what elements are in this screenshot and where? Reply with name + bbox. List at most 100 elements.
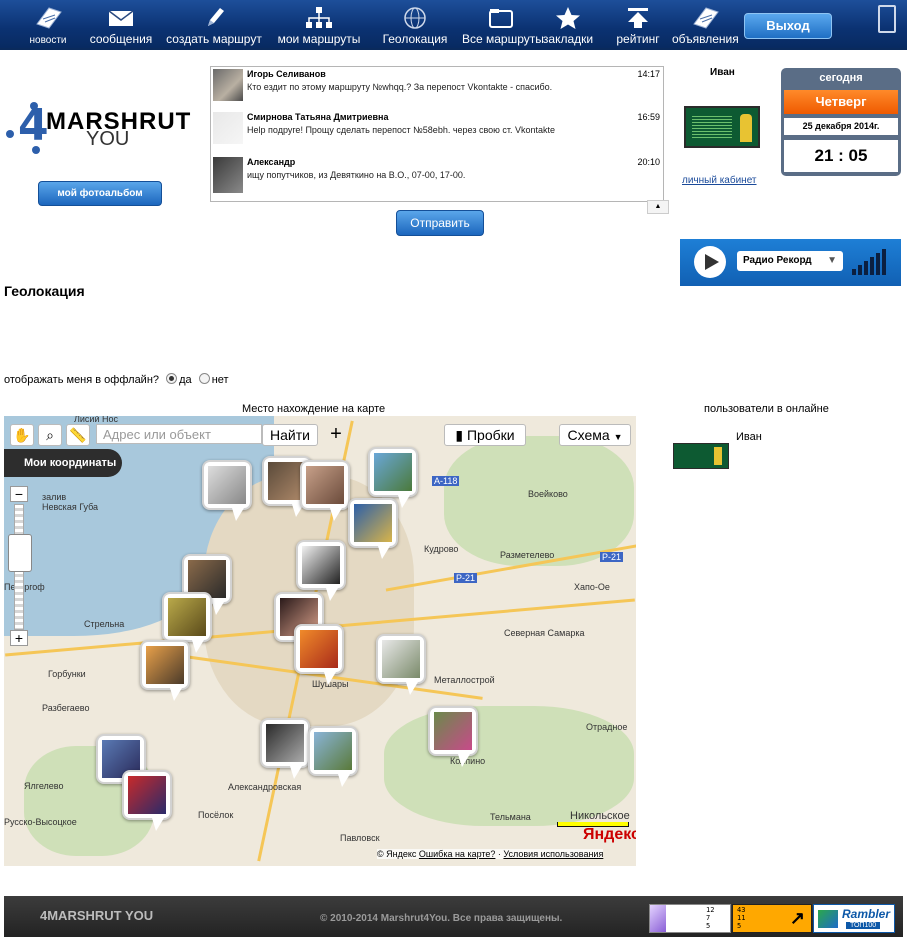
map-label: Посёлок <box>198 810 234 820</box>
user-photo-pin[interactable] <box>376 634 426 695</box>
user-photo-pin[interactable] <box>202 460 252 521</box>
nav-rating[interactable]: рейтинг <box>610 0 666 48</box>
map-error-link[interactable]: Ошибка на карте? <box>419 849 496 859</box>
offline-question: отображать меня в оффлайн? <box>4 374 160 386</box>
pencil-icon <box>199 6 229 30</box>
user-avatar[interactable] <box>684 106 760 148</box>
radio-player: Радио Рекорд ▼ <box>680 239 901 286</box>
logo-you: YOU <box>86 128 130 150</box>
map-search-input[interactable]: Адрес или объект <box>96 424 262 444</box>
map-label: Горбунки <box>48 669 86 679</box>
yandex-logo[interactable]: Яндекс <box>583 826 636 844</box>
upload-arrow-icon <box>623 6 653 30</box>
nav-bookmarks[interactable]: закладки <box>540 0 596 48</box>
map-label: Павловск <box>340 833 380 843</box>
cartoon-figure <box>714 447 722 465</box>
volume-bars-icon[interactable] <box>852 249 888 275</box>
map-type-label: Схема <box>567 427 610 443</box>
user-photo-pin[interactable] <box>260 718 310 779</box>
current-user-name: Иван <box>710 67 735 78</box>
map-caption: Место нахождение на карте <box>242 403 386 415</box>
map-label: Разбегаево <box>42 703 90 713</box>
crosshair-icon[interactable]: + <box>322 424 350 444</box>
station-name: Радио Рекорд <box>743 255 812 266</box>
ruler-tool-icon[interactable]: 📏 <box>66 424 90 446</box>
avatar[interactable] <box>213 69 243 101</box>
chat-author[interactable]: Смирнова Татьяна Дмитриевна <box>247 112 388 122</box>
zoom-out-button[interactable]: − <box>10 486 28 502</box>
mobile-phone-icon[interactable] <box>878 5 896 33</box>
station-select[interactable]: Радио Рекорд ▼ <box>737 251 843 271</box>
user-photo-pin[interactable] <box>300 460 350 521</box>
page-title: Геолокация <box>4 283 85 299</box>
map-terms-link[interactable]: Условия использования <box>503 849 603 859</box>
today-label: сегодня <box>819 72 863 84</box>
send-button[interactable]: Отправить <box>396 210 484 236</box>
user-photo-pin[interactable] <box>140 640 190 701</box>
zoom-in-button[interactable]: + <box>10 630 28 646</box>
radio-yes-label[interactable]: да <box>179 374 192 386</box>
exit-button[interactable]: Выход <box>744 13 832 39</box>
chevron-down-icon: ▼ <box>613 432 623 442</box>
hand-tool-icon[interactable]: ✋ <box>10 424 34 446</box>
chat-message: Смирнова Татьяна Дмитриевна Help подруге… <box>211 110 663 154</box>
magnifier-tool-icon[interactable]: ⌕ <box>38 424 62 446</box>
nav-messages[interactable]: сообщения <box>88 0 154 48</box>
nav-my-routes[interactable]: мои маршруты <box>274 0 364 48</box>
site-logo[interactable]: 4 MARSHRUT YOU <box>6 100 202 156</box>
user-photo-pin[interactable] <box>368 447 418 508</box>
user-photo-pin[interactable] <box>296 540 346 601</box>
radio-no-label[interactable]: нет <box>212 374 229 386</box>
map-label: Кудрово <box>424 544 459 554</box>
user-photo-pin[interactable] <box>428 706 478 767</box>
play-button[interactable] <box>694 246 726 278</box>
map-find-button[interactable]: Найти <box>262 424 318 446</box>
road-badge: Р-21 <box>600 552 624 562</box>
user-photo-pin[interactable] <box>348 498 398 559</box>
user-photo-pin[interactable] <box>294 624 344 685</box>
zoom-slider-handle[interactable] <box>8 534 32 572</box>
my-coordinates-button[interactable]: Мои координаты <box>4 449 122 477</box>
map-label: Разметелево <box>500 550 555 560</box>
online-caption: пользователи в онлайне <box>704 403 829 415</box>
visit-counter-liveinternet[interactable]: 12 7 5 <box>649 904 731 933</box>
nav-create-route[interactable]: создать маршрут <box>166 0 262 48</box>
nav-ads[interactable]: объявления <box>672 0 739 48</box>
chat-time: 16:59 <box>637 112 660 122</box>
avatar[interactable] <box>213 112 243 144</box>
yandex-map[interactable]: Лисий Нос залив Невская Губа Кудрово Раз… <box>4 416 636 866</box>
online-user-avatar[interactable] <box>673 443 729 469</box>
road-badge: А-118 <box>432 476 460 486</box>
user-photo-pin[interactable] <box>308 726 358 787</box>
rambler-top100-counter[interactable]: Rambler ТОП100 <box>813 904 895 933</box>
chat-scroll-up-button[interactable]: ▲ <box>647 200 669 214</box>
radio-yes[interactable] <box>166 373 178 384</box>
map-label: Невская Губа <box>42 502 99 512</box>
map-label: Хапо-Ое <box>574 582 610 592</box>
rambler-label: Rambler <box>842 907 891 921</box>
nav-geolocation[interactable]: Геолокация <box>380 0 450 48</box>
traffic-button[interactable]: ▮ Пробки <box>444 424 526 446</box>
user-photo-pin[interactable] <box>122 770 172 831</box>
photo-album-button[interactable]: мой фотоальбом <box>38 181 162 206</box>
avatar[interactable] <box>213 157 243 193</box>
forest-area <box>444 436 634 566</box>
online-user-name[interactable]: Иван <box>736 431 762 443</box>
visit-counter-orange[interactable]: 43 11 5 ↗ <box>732 904 812 933</box>
nav-news[interactable]: новости <box>18 0 78 48</box>
envelope-icon <box>106 6 136 30</box>
user-photo-pin[interactable] <box>162 592 212 653</box>
chat-text: Help подруге! Прощу сделать перепост №58… <box>247 125 556 135</box>
chat-author[interactable]: Игорь Селиванов <box>247 69 326 79</box>
zoom-control: − + <box>8 486 32 646</box>
map-label: Металлострой <box>434 675 495 685</box>
radio-no[interactable] <box>198 373 210 384</box>
nav-all-routes[interactable]: Все маршруты <box>462 0 544 48</box>
chat-author[interactable]: Александр <box>247 157 295 167</box>
road-badge: Р-21 <box>454 573 478 583</box>
personal-cabinet-link[interactable]: личный кабинет <box>682 175 757 186</box>
rambler-logo-icon <box>818 910 838 928</box>
folder-icon <box>486 6 516 30</box>
footer-logo[interactable]: 4MARSHRUT YOU <box>40 908 153 923</box>
map-type-select[interactable]: Схема ▼ <box>559 424 631 446</box>
